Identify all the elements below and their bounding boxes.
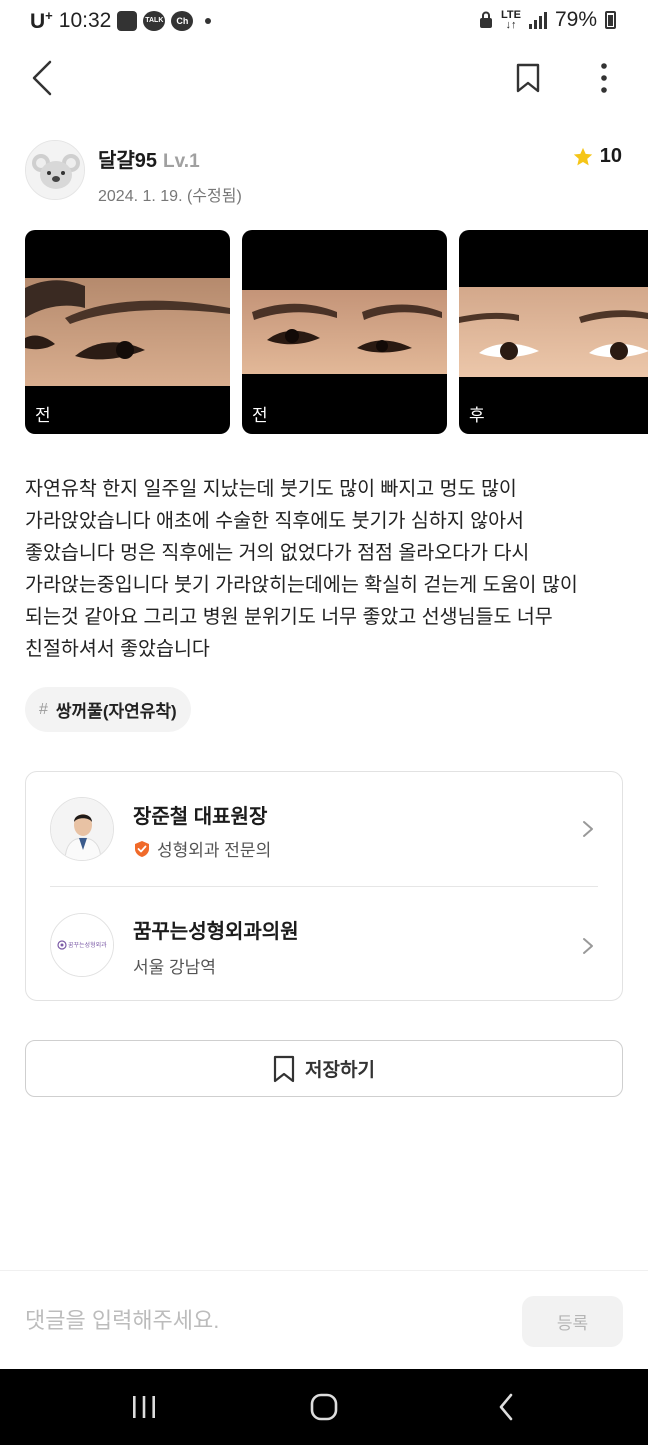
star-icon <box>573 147 592 165</box>
network-type: LTE ↓↑ <box>501 9 521 31</box>
submit-comment-button[interactable]: 등록 <box>522 1296 623 1347</box>
photo-before-1[interactable]: 전 <box>25 230 230 434</box>
save-button-label: 저장하기 <box>305 1060 375 1081</box>
author-name-line: 달걀95 Lv.1 <box>98 144 200 173</box>
hospital-logo: 꿈꾸는성형외과 <box>50 913 114 977</box>
review-date: 2024. 1. 19. (수정됨) <box>98 188 242 205</box>
doctor-photo-image <box>51 798 113 860</box>
signal-icon <box>528 11 547 29</box>
status-time: 10:32 <box>58 9 112 32</box>
author-nickname[interactable]: 달걀95 <box>98 150 157 172</box>
gallery-notification-icon <box>117 11 138 31</box>
hospital-logo-text: 꿈꾸는성형외과 <box>68 943 107 949</box>
save-button[interactable]: 저장하기 <box>25 1040 623 1097</box>
top-navigation <box>0 50 648 106</box>
doctor-name: 장준철 대표원장 <box>133 806 268 828</box>
rating-value: 10 <box>599 145 622 167</box>
talk-notification-icon: TALK <box>143 11 166 31</box>
home-icon <box>310 1393 338 1421</box>
photo-label: 전 <box>252 406 268 425</box>
status-bar: U+ 10:32 TALK Ch LTE ↓↑ 79% <box>0 0 648 44</box>
photo-after[interactable]: 후 <box>459 230 648 434</box>
doctor-badge: 성형외과 전문의 <box>133 836 271 861</box>
eye-photo-image <box>242 290 447 374</box>
home-button[interactable] <box>294 1387 354 1427</box>
review-author: 달걀95 Lv.1 2024. 1. 19. (수정됨) 10 <box>25 140 625 205</box>
hospital-row[interactable]: 꿈꾸는성형외과 꿈꾸는성형외과의원 서울 강남역 <box>26 887 622 1002</box>
photo-label: 전 <box>35 406 51 425</box>
more-vertical-icon <box>601 63 607 93</box>
status-left: U+ 10:32 TALK Ch <box>30 8 212 34</box>
recent-apps-icon <box>133 1396 155 1418</box>
system-navigation-bar <box>0 1369 648 1445</box>
bookmark-icon <box>273 1055 295 1082</box>
channel-notification-icon: Ch <box>171 11 194 31</box>
battery-icon <box>605 11 616 29</box>
verified-badge-icon <box>135 840 149 857</box>
rating: 10 <box>572 145 622 168</box>
hash-icon: # <box>39 700 48 718</box>
procedure-tag[interactable]: # 쌍꺼풀(자연유착) <box>25 687 191 732</box>
chevron-right-icon <box>583 938 593 954</box>
koala-avatar-icon <box>26 141 84 199</box>
comment-input[interactable] <box>25 1303 495 1339</box>
doctor-avatar <box>50 797 114 861</box>
carrier-label: U+ <box>30 8 53 33</box>
review-body: 자연유착 한지 일주일 지났는데 붓기도 많이 빠지고 멍도 많이 가라앉았습니… <box>25 478 578 660</box>
doctor-badge-label: 성형외과 전문의 <box>157 841 272 860</box>
back-arrow-icon <box>499 1393 513 1421</box>
more-notifications-dot-icon <box>205 18 212 24</box>
tag-label: 쌍꺼풀(자연유착) <box>55 702 177 721</box>
photo-before-2[interactable]: 전 <box>242 230 447 434</box>
battery-percent: 79% <box>554 8 597 31</box>
bookmark-button[interactable] <box>508 58 548 98</box>
doctor-row[interactable]: 장준철 대표원장 성형외과 전문의 <box>26 772 622 887</box>
chevron-left-icon <box>32 60 52 96</box>
author-level: Lv.1 <box>163 151 200 172</box>
eye-photo-image <box>25 278 230 386</box>
hospital-name: 꿈꾸는성형외과의원 <box>133 921 299 943</box>
bookmark-icon <box>516 63 540 93</box>
back-button[interactable] <box>22 58 62 98</box>
more-options-button[interactable] <box>584 58 624 98</box>
system-back-button[interactable] <box>476 1387 536 1427</box>
avatar[interactable] <box>25 140 85 200</box>
photo-label: 후 <box>469 406 485 425</box>
chevron-right-icon <box>583 821 593 837</box>
hospital-location: 서울 강남역 <box>133 958 216 977</box>
doctor-hospital-card: 장준철 대표원장 성형외과 전문의 꿈꾸는성형외과 꿈꾸는성형외과의원 서울 강… <box>25 771 623 1001</box>
lock-rotation-icon <box>480 11 492 28</box>
photo-carousel[interactable]: 전 전 후 <box>25 230 648 435</box>
recent-apps-button[interactable] <box>114 1387 174 1427</box>
comment-bar: 등록 <box>0 1270 648 1369</box>
status-right: LTE ↓↑ 79% <box>479 8 616 32</box>
eye-photo-image <box>459 287 648 377</box>
